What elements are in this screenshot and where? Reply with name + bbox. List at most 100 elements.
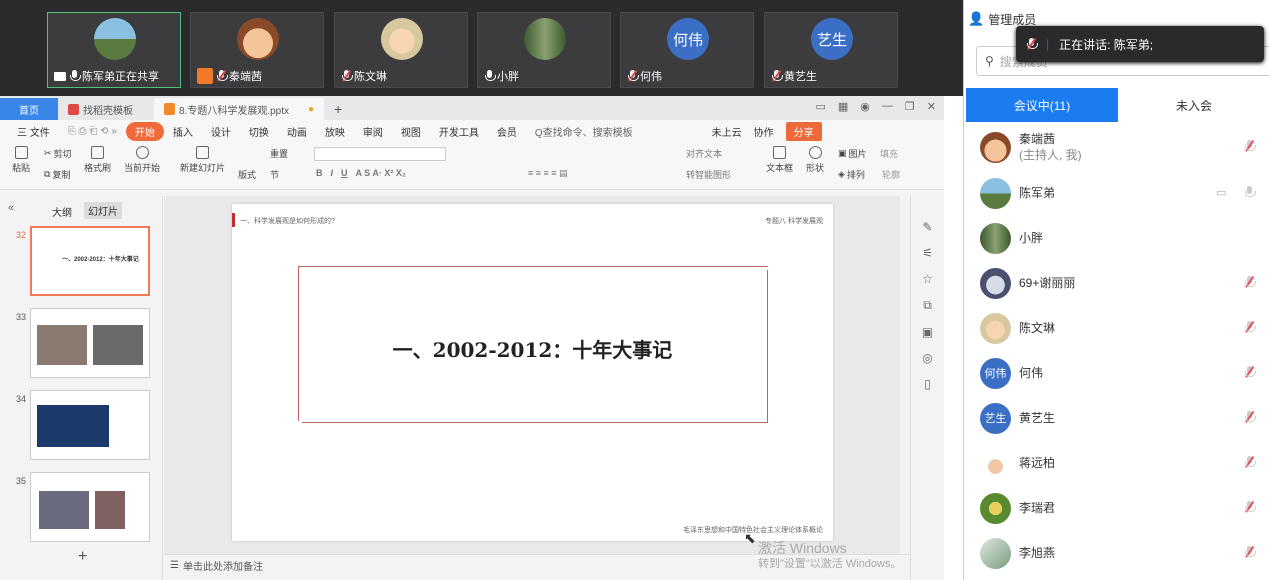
share-button[interactable]: 分享 [785, 121, 822, 141]
copy-icon[interactable]: ⧉ [923, 298, 932, 313]
tile-name: 小胖 [497, 71, 519, 83]
star-icon[interactable]: ☆ [922, 272, 933, 286]
avatar: 艺生 [980, 402, 1011, 434]
member-row[interactable]: 陈文琳 [980, 309, 1269, 347]
magic-icon[interactable]: ✎ [922, 220, 932, 234]
member-row[interactable]: 李旭燕 [980, 534, 1269, 572]
slide[interactable]: 一、科学发展观是如何形成的? 专题八 科学发展观 一、2002-2012：十年大… [232, 204, 833, 541]
tab-outline[interactable]: 大纲 [52, 204, 72, 219]
smart-graphic-button[interactable]: 转智能图形 [686, 168, 731, 181]
layout-button[interactable]: 版式 [238, 168, 256, 181]
mic-muted-icon[interactable] [1244, 139, 1256, 156]
arrange-button[interactable]: ◈ 排列 [838, 168, 865, 181]
grid-icon[interactable]: ▦ [838, 100, 848, 113]
menu-insert[interactable]: 插入 [164, 124, 202, 139]
mic-muted-icon[interactable] [1244, 500, 1256, 517]
tab-document[interactable]: 8.专题八科学发展观.pptx ● [154, 98, 324, 120]
font-select[interactable] [314, 147, 446, 161]
restore-icon[interactable]: ❐ [905, 100, 915, 113]
textbox-button[interactable]: 文本框 [766, 146, 793, 174]
slide-title: 一、2002-2012：十年大事记 [392, 338, 673, 362]
video-tile-5[interactable]: 何伟 何伟 [620, 12, 754, 88]
shape-button[interactable]: 形状 [806, 146, 824, 174]
paragraph-tools[interactable]: ≡ ≡ ≡ ≡ ▤ [528, 168, 568, 179]
new-slide-button[interactable]: 新建幻灯片 [180, 146, 225, 174]
quick-tools[interactable]: ⎘ ⎙ ⎗ ⟲ » [59, 126, 126, 137]
tab-not-joined[interactable]: 未入会 [1118, 88, 1269, 122]
cloud-button[interactable]: 未上云 [712, 124, 742, 139]
watermark-line2: 转到"设置"以激活 Windows。 [758, 558, 902, 570]
paste-button[interactable]: 粘贴 [12, 146, 30, 174]
new-tab-button[interactable]: + [324, 98, 352, 120]
section-button[interactable]: 节 [270, 168, 279, 181]
book-icon[interactable]: ▯ [924, 377, 931, 391]
collapse-icon[interactable]: « [8, 202, 14, 214]
menu-member[interactable]: 会员 [488, 124, 526, 139]
align-text-button[interactable]: 对齐文本 [686, 147, 722, 160]
font-style-tools[interactable]: B I U A S A· X² X₂ [316, 168, 406, 178]
avatar-icon[interactable]: ◉ [860, 100, 870, 113]
slide-thumbnail[interactable] [30, 472, 150, 542]
menu-design[interactable]: 设计 [202, 124, 240, 139]
play-icon [135, 146, 149, 159]
layout-icon[interactable]: ▭ [815, 100, 825, 113]
mic-muted-icon[interactable] [1244, 410, 1256, 427]
close-icon[interactable]: ✕ [927, 100, 936, 113]
label: 剪切 [53, 149, 72, 159]
menu-file[interactable]: 三 文件 [8, 124, 59, 139]
member-row[interactable]: 艺生 黄艺生 [980, 399, 1269, 437]
add-slide-button[interactable]: + [78, 548, 87, 566]
video-tile-2[interactable]: 秦端茜 [190, 12, 324, 88]
menu-review[interactable]: 审阅 [354, 124, 392, 139]
adjust-icon[interactable]: ⚟ [922, 246, 933, 260]
menu-view[interactable]: 视图 [392, 124, 430, 139]
menu-animation[interactable]: 动画 [278, 124, 316, 139]
member-row[interactable]: 秦端茜 (主持人, 我) [980, 128, 1269, 166]
tab-in-meeting[interactable]: 会议中(11) [966, 88, 1118, 122]
location-icon[interactable]: ◎ [922, 351, 932, 365]
member-row[interactable]: 蒋远柏 [980, 444, 1269, 482]
menu-start[interactable]: 开始 [125, 121, 164, 141]
mic-muted-icon[interactable] [1244, 545, 1256, 562]
user-icon [197, 68, 213, 84]
fill-button[interactable]: 填充 [880, 147, 898, 160]
mic-muted-icon[interactable] [1244, 320, 1256, 337]
label: 重置 [270, 149, 289, 159]
copy-button[interactable]: ⧉ 复制 [44, 168, 70, 181]
menu-developer[interactable]: 开发工具 [430, 124, 488, 139]
tab-templates[interactable]: 找稻壳模板 [58, 98, 154, 120]
mic-muted-icon[interactable] [1244, 455, 1256, 472]
member-row[interactable]: 李瑞君 [980, 489, 1269, 527]
tab-bar: 首页 找稻壳模板 8.专题八科学发展观.pptx ● + ▭ ▦ ◉ — ❐ ✕ [0, 96, 944, 120]
video-tile-1[interactable]: 陈军弟正在共享 [47, 12, 181, 88]
slide-thumbnail[interactable]: 一、2002-2012：十年大事记 [30, 226, 150, 296]
cut-button[interactable]: ✂ 剪切 [44, 147, 72, 160]
tab-home[interactable]: 首页 [0, 98, 58, 120]
member-row[interactable]: 何伟 何伟 [980, 354, 1269, 392]
mic-icon[interactable] [1244, 186, 1256, 202]
minimize-icon[interactable]: — [882, 100, 893, 113]
image-icon[interactable]: ▣ [922, 325, 933, 339]
mic-muted-icon[interactable] [1244, 275, 1256, 292]
label: 图片 [848, 149, 867, 159]
video-tile-6[interactable]: 艺生 黄艺生 [764, 12, 898, 88]
outline-button[interactable]: 轮廓 [882, 168, 900, 181]
reset-button[interactable]: 重置 [270, 147, 288, 160]
member-row[interactable]: 陈军弟 ▭ [980, 174, 1269, 212]
collab-button[interactable]: 协作 [754, 124, 774, 139]
menu-slideshow[interactable]: 放映 [316, 124, 354, 139]
menu-transition[interactable]: 切换 [240, 124, 278, 139]
member-row[interactable]: 69+谢丽丽 [980, 264, 1269, 302]
member-row[interactable]: 小胖 [980, 219, 1269, 257]
command-search[interactable]: Q查找命令、搜索模板 [526, 124, 642, 139]
tab-slides[interactable]: 幻灯片 [84, 202, 122, 219]
slide-thumbnail[interactable] [30, 308, 150, 378]
slide-thumbnail[interactable] [30, 390, 150, 460]
mic-muted-icon[interactable] [1244, 365, 1256, 382]
format-painter-button[interactable]: 格式刷 [84, 146, 111, 174]
video-strip: 陈军弟正在共享 秦端茜 陈文琳 小胖 何伟 何伟 艺生 黄艺生 [0, 0, 963, 96]
video-tile-4[interactable]: 小胖 [477, 12, 611, 88]
video-tile-3[interactable]: 陈文琳 [334, 12, 468, 88]
picture-button[interactable]: ▣ 图片 [838, 147, 867, 160]
play-button[interactable]: 当前开始 [124, 146, 160, 174]
